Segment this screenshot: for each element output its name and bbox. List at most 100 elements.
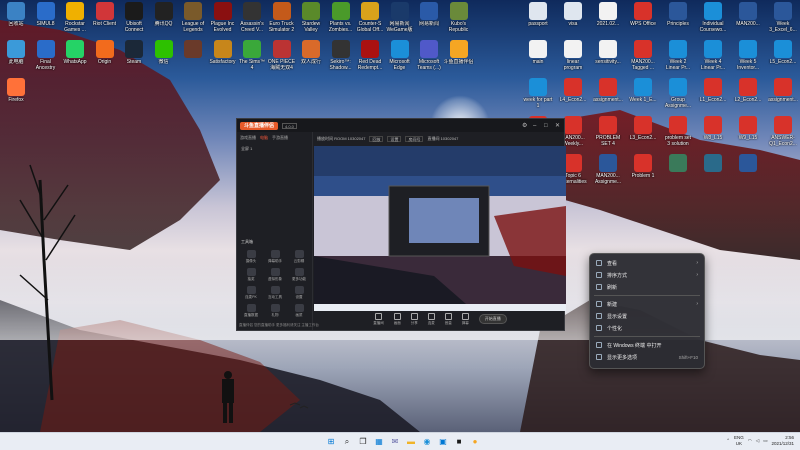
toolbox-item[interactable]: 更多功能 (287, 268, 311, 282)
context-menu-item[interactable]: 刷新 (590, 281, 704, 293)
desktop-icon[interactable]: SIMUL8 (31, 2, 61, 27)
settings-icon[interactable]: ⚙ (522, 123, 528, 129)
context-menu-item[interactable]: 显示更多选项 Shift+F10 (590, 351, 704, 363)
control-button[interactable]: 连麦 (427, 312, 435, 326)
toolbox-item[interactable]: 画质 (287, 304, 311, 318)
tab-game-stream[interactable]: 游戏直播 (240, 135, 256, 141)
desktop-icon[interactable]: MAN200... Assignme... (593, 154, 623, 185)
desktop-icon[interactable]: Kubo's Republic (444, 2, 474, 33)
control-button[interactable]: 分享 (410, 312, 418, 326)
desktop-icon[interactable]: Week 3_Excel_6... (768, 2, 798, 33)
desktop-icon[interactable]: Microsoft Teams (...) (414, 40, 444, 71)
windows-start-icon[interactable]: ⊞ (325, 435, 337, 448)
search-icon[interactable]: ⌕ (341, 435, 353, 448)
desktop-icon[interactable]: problem set 3 solution (663, 116, 693, 147)
context-menu-item[interactable]: 个性化 (590, 322, 704, 334)
desktop-icon[interactable]: Euro Truck Simulator 2 (267, 2, 297, 33)
desktop-icon[interactable]: main (523, 40, 553, 65)
chip-replay[interactable]: 回放 (369, 136, 384, 142)
context-menu-item[interactable]: 新建 › (590, 298, 704, 310)
chevron-up-icon[interactable]: ⌃ (726, 438, 730, 444)
desktop-icon[interactable] (663, 154, 693, 173)
control-button[interactable]: 音量 (444, 312, 452, 326)
desktop-icon[interactable]: Riot Client (90, 2, 120, 27)
desktop-icon[interactable]: The Sims™ 4 (237, 40, 267, 71)
desktop-icon[interactable]: 微信 (149, 40, 179, 65)
desktop-icon[interactable]: Week 4 Linear Pr... (698, 40, 728, 71)
toolbox-item[interactable]: 设置 (287, 286, 311, 300)
toolbox-item[interactable]: 抽奖 (239, 268, 263, 282)
wifi-icon[interactable]: ◠ (748, 438, 752, 444)
desktop-icon[interactable]: Firefox (1, 78, 31, 103)
desktop-icon[interactable]: linear program (558, 40, 588, 71)
task-view-icon[interactable]: ❐ (357, 435, 369, 448)
desktop-icon[interactable]: Stardew Valley (296, 2, 326, 33)
desktop-icon[interactable]: Rockstar Games ... (60, 2, 90, 33)
douyu-icon[interactable]: ● (469, 435, 481, 448)
desktop-icon[interactable] (733, 154, 763, 173)
tab-mobile-stream[interactable]: 手游直播 (272, 135, 288, 141)
minimize-icon[interactable]: – (533, 123, 539, 129)
context-menu-item[interactable]: 显示设置 (590, 310, 704, 322)
desktop-icon[interactable]: WPS Office (628, 2, 658, 27)
language-indicator[interactable]: ENG UK (734, 435, 744, 447)
desktop-icon[interactable]: W9_L15 (733, 116, 763, 141)
maximize-icon[interactable]: □ (544, 123, 550, 129)
desktop-icon[interactable]: PROBLEM SET 4 (593, 116, 623, 147)
desktop-icon[interactable]: MAN200... (733, 2, 763, 27)
desktop-icon[interactable]: Plants vs. Zombies... (326, 2, 356, 33)
desktop-icon[interactable]: ANSWER-Q1_Econ2... (768, 116, 798, 147)
desktop-icon[interactable]: 双人成行 (296, 40, 326, 65)
desktop-icon[interactable]: 网易新闻 (414, 2, 444, 27)
desktop-icon[interactable]: assignment... (593, 78, 623, 103)
desktop-icon[interactable]: W8_L15 (698, 116, 728, 141)
desktop-icon[interactable]: League of Legends (178, 2, 208, 33)
toolbox-item[interactable]: 摄像头 (239, 250, 263, 264)
start-stream-button[interactable]: 开始直播 (478, 314, 507, 324)
toolbox-item[interactable]: 虚拟形象 (263, 268, 287, 282)
store-icon[interactable]: ▣ (437, 435, 449, 448)
chip-room[interactable]: 房间号 (405, 136, 424, 142)
desktop-icon[interactable]: Microsoft Edge (385, 40, 415, 71)
desktop-icon[interactable]: Ubisoft Connect (119, 2, 149, 33)
control-button[interactable]: 画面 (393, 312, 401, 326)
desktop-icon[interactable]: assignment... (768, 78, 798, 103)
desktop-icon[interactable]: visa (558, 2, 588, 27)
context-menu-item[interactable]: 在 Windows 终端 中打开 (590, 339, 704, 351)
desktop-icon[interactable]: passport (523, 2, 553, 27)
desktop-icon[interactable]: Week 1_E... (628, 78, 658, 103)
desktop-icon[interactable]: Week 5 Inventor... (733, 40, 763, 71)
desktop-icon[interactable]: L5_Econ2... (768, 40, 798, 65)
desktop-icon[interactable]: MAN200... Tagged ... (628, 40, 658, 71)
stream-preview[interactable] (314, 146, 566, 311)
toolbox-item[interactable]: 互动工具 (263, 286, 287, 300)
desktop-icon[interactable]: L1_Econ2... (698, 78, 728, 103)
control-button[interactable]: 弹幕 (461, 312, 469, 326)
desktop-icon[interactable]: 2021.02... (593, 2, 623, 27)
widgets-icon[interactable]: ▦ (373, 435, 385, 448)
app-titlebar[interactable]: 斗鱼直播伴侣 4.0.0 ⚙ – □ ✕ (237, 119, 564, 132)
desktop-icon[interactable]: Week 2 Linear Pr... (663, 40, 693, 71)
desktop-icon[interactable]: 此电脑 (1, 40, 31, 65)
edge-icon[interactable]: ◉ (421, 435, 433, 448)
tab-pc[interactable]: 电脑 (260, 135, 268, 141)
toolbox-item[interactable]: 连麦PK (239, 286, 263, 300)
close-icon[interactable]: ✕ (555, 123, 561, 129)
file-explorer-icon[interactable]: ▬ (405, 435, 417, 448)
desktop-icon[interactable]: Red Dead Redempt... (355, 40, 385, 71)
desktop-icon[interactable]: L4_Econ2... (558, 78, 588, 103)
desktop-icon[interactable]: 斗鱼直播伴侣 (444, 40, 474, 65)
scene-item[interactable]: 全屏 1 (237, 144, 312, 154)
desktop-icon[interactable]: Problem 1 (628, 154, 658, 179)
toolbox-item[interactable]: 礼物 (263, 304, 287, 318)
desktop-icon[interactable] (178, 40, 208, 59)
toolbox-item[interactable]: 直播数据 (239, 304, 263, 318)
desktop-icon[interactable]: L3_Econ2... (628, 116, 658, 141)
desktop-icon[interactable]: 回收站 (1, 2, 31, 27)
chat-icon[interactable]: ✉ (389, 435, 401, 448)
desktop-icon[interactable]: Final Ancestry (31, 40, 61, 71)
desktop-icon[interactable]: Group Assignme... (663, 78, 693, 109)
toolbox-item[interactable]: 弹幕助手 (263, 250, 287, 264)
desktop-icon[interactable]: L2_Econ2... (733, 78, 763, 103)
desktop-icon[interactable]: Sekiro™: Shadow... (326, 40, 356, 71)
